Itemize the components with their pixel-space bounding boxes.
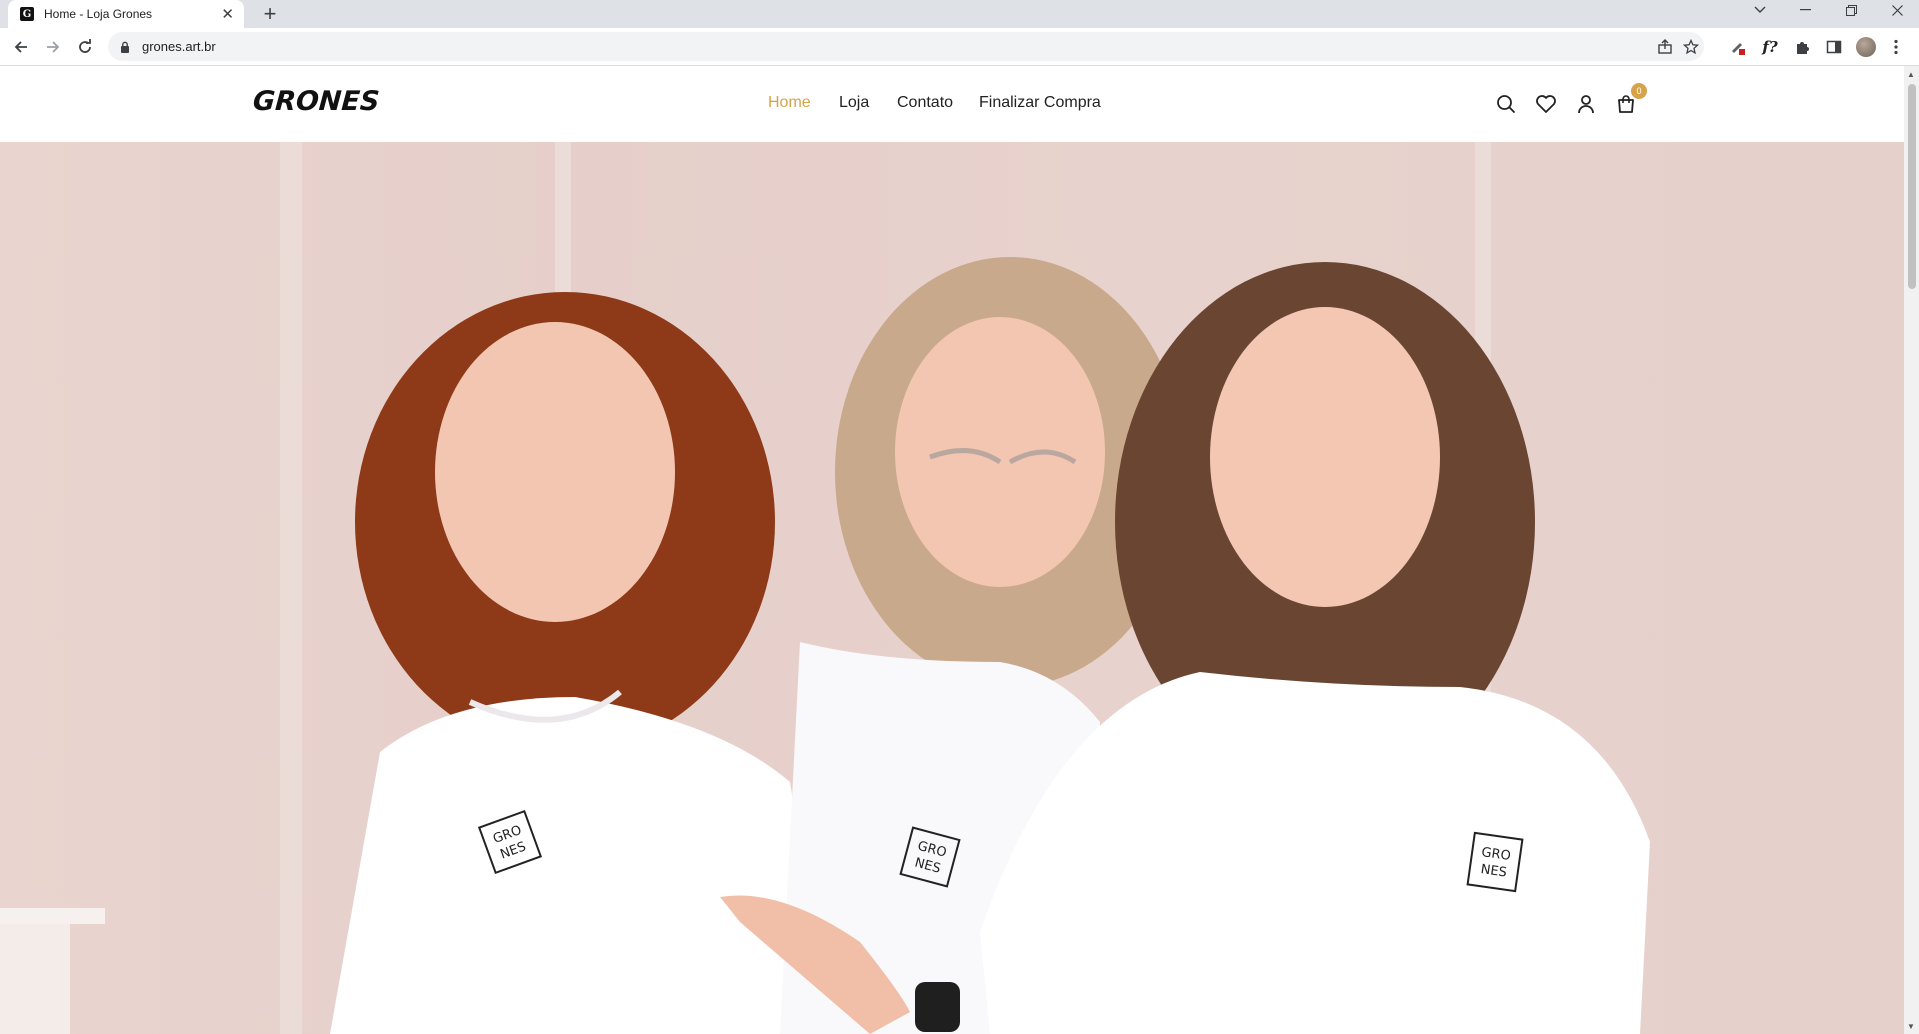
extension-tool-icon[interactable] [1728, 37, 1748, 57]
search-icon[interactable] [1494, 92, 1518, 116]
browser-tabstrip: G Home - Loja Grones ✕ + [0, 0, 1919, 28]
minimize-button[interactable] [1794, 0, 1816, 20]
wishlist-heart-icon[interactable] [1534, 92, 1558, 116]
back-button[interactable] [10, 36, 32, 58]
forward-button[interactable] [42, 36, 64, 58]
nav-contato-link[interactable]: Contato [897, 94, 953, 112]
close-window-button[interactable] [1886, 0, 1908, 20]
hero-image: GRO NES GRO NES GRO NES [0, 142, 1904, 1034]
lock-icon[interactable] [120, 40, 130, 58]
cart-count-badge: 0 [1631, 83, 1647, 99]
site-favicon-icon: G [20, 7, 34, 21]
scrollbar-thumb[interactable] [1908, 84, 1916, 289]
extension-formula-icon[interactable]: f? [1760, 37, 1780, 57]
site-logo[interactable]: GRONES [252, 86, 381, 117]
scroll-up-arrow-icon[interactable]: ▲ [1907, 70, 1915, 79]
share-icon[interactable] [1656, 38, 1674, 56]
nav-home-link[interactable]: Home [768, 94, 811, 112]
tab-title: Home - Loja Grones [44, 7, 153, 21]
restore-button[interactable] [1840, 0, 1862, 20]
nav-finalizar-compra-link[interactable]: Finalizar Compra [979, 94, 1101, 112]
browser-toolbar: grones.art.br f? [0, 28, 1919, 66]
reload-button[interactable] [74, 36, 96, 58]
site-header: GRONES Home Loja Contato Finalizar Compr… [0, 66, 1904, 142]
tab-search-icon[interactable] [1748, 0, 1772, 20]
url-text: grones.art.br [142, 39, 216, 54]
scroll-down-arrow-icon[interactable]: ▼ [1907, 1022, 1915, 1031]
side-panel-icon[interactable] [1824, 37, 1844, 57]
profile-avatar[interactable] [1856, 37, 1876, 57]
nav-loja-link[interactable]: Loja [839, 94, 869, 112]
account-user-icon[interactable] [1574, 92, 1598, 116]
tab-close-icon[interactable]: ✕ [221, 7, 234, 22]
bookmark-star-icon[interactable] [1682, 38, 1700, 56]
address-bar[interactable]: grones.art.br [108, 32, 1704, 61]
browser-tab-active[interactable]: G Home - Loja Grones ✕ [8, 0, 244, 28]
new-tab-button[interactable]: + [258, 1, 282, 26]
browser-menu-icon[interactable] [1886, 37, 1906, 57]
hero-photo-illustration: GRO NES GRO NES GRO NES [0, 142, 1650, 1034]
extensions-puzzle-icon[interactable] [1792, 37, 1812, 57]
